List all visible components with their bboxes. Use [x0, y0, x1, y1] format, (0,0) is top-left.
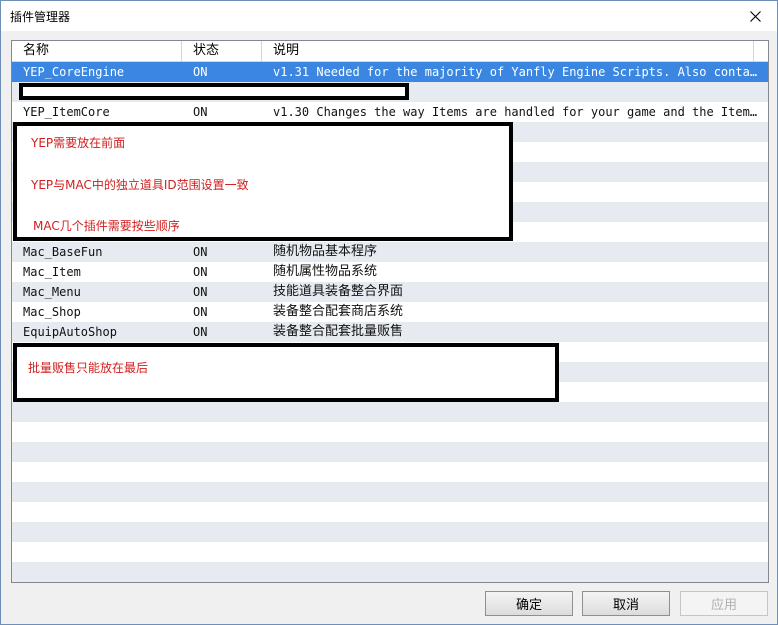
empty-row[interactable]: [12, 562, 768, 582]
annotation-note: YEP与MAC中的独立道具ID范围设置一致: [31, 178, 249, 192]
plugin-description: 随机属性物品系统: [273, 264, 378, 279]
plugin-status: ON: [193, 245, 208, 259]
redaction-box: [19, 83, 409, 100]
column-header-description[interactable]: 说明: [262, 41, 754, 61]
cancel-button[interactable]: 取消: [582, 591, 670, 616]
list-header: 名称 状态 说明: [12, 41, 768, 62]
ok-button[interactable]: 确定: [485, 591, 573, 616]
plugin-status: ON: [193, 105, 208, 119]
plugin-row[interactable]: Mac_BaseFun ON 随机物品基本程序: [12, 242, 768, 262]
plugin-name: Mac_BaseFun: [23, 245, 103, 259]
plugin-description: 随机物品基本程序: [273, 244, 378, 259]
plugin-status: ON: [193, 305, 208, 319]
plugin-name: Mac_Item: [23, 265, 81, 279]
plugin-row-selected[interactable]: YEP_CoreEngine ON v1.31 Needed for the m…: [12, 62, 768, 82]
plugin-status: ON: [193, 285, 208, 299]
empty-row[interactable]: [12, 402, 768, 422]
plugin-status: ON: [193, 65, 208, 79]
plugin-name: YEP_ItemCore: [23, 105, 110, 119]
annotation-note: 批量贩售只能放在最后: [28, 361, 149, 375]
empty-row[interactable]: [12, 502, 768, 522]
annotation-note: MAC几个插件需要按些顺序: [33, 219, 180, 233]
empty-row[interactable]: [12, 462, 768, 482]
plugin-status: ON: [193, 325, 208, 339]
plugin-description: v1.31 Needed for the majority of Yanfly …: [273, 65, 760, 79]
plugin-name: Mac_Shop: [23, 305, 81, 319]
plugin-description: v1.30 Changes the way Items are handled …: [273, 105, 760, 119]
empty-row[interactable]: [12, 422, 768, 442]
title-bar: 插件管理器: [1, 1, 777, 31]
plugin-name: YEP_CoreEngine: [23, 65, 125, 79]
plugin-status: ON: [193, 265, 208, 279]
plugin-row[interactable]: YEP_ItemCore ON v1.30 Changes the way It…: [12, 102, 768, 122]
plugin-row[interactable]: Mac_Item ON 随机属性物品系统: [12, 262, 768, 282]
plugin-description: 技能道具装备整合界面: [273, 284, 404, 299]
plugin-row[interactable]: Mac_Shop ON 装备整合配套商店系统: [12, 302, 768, 322]
empty-row[interactable]: [12, 522, 768, 542]
apply-button[interactable]: 应用: [680, 591, 768, 616]
plugin-description: 装备整合配套批量贩售: [273, 324, 404, 339]
empty-row[interactable]: [12, 482, 768, 502]
plugin-row[interactable]: Mac_Menu ON 技能道具装备整合界面: [12, 282, 768, 302]
plugin-name: EquipAutoShop: [23, 325, 117, 339]
annotation-note: YEP需要放在前面: [31, 136, 126, 150]
column-header-name[interactable]: 名称: [12, 41, 182, 61]
close-icon: [749, 10, 761, 22]
empty-row[interactable]: [12, 582, 768, 583]
annotation-box-last-note: 批量贩售只能放在最后: [13, 343, 559, 402]
column-header-status[interactable]: 状态: [182, 41, 262, 61]
window-title: 插件管理器: [10, 10, 71, 24]
empty-row[interactable]: [12, 542, 768, 562]
plugin-description: 装备整合配套商店系统: [273, 304, 404, 319]
plugin-row[interactable]: EquipAutoShop ON 装备整合配套批量贩售: [12, 322, 768, 342]
plugin-name: Mac_Menu: [23, 285, 81, 299]
empty-row[interactable]: [12, 442, 768, 462]
annotation-box-order-notes: YEP需要放在前面 YEP与MAC中的独立道具ID范围设置一致 MAC几个插件需…: [13, 122, 513, 241]
plugin-manager-window: 插件管理器 名称 状态 说明 YEP_CoreEngine ON v1.31 N…: [0, 0, 778, 625]
close-button[interactable]: [733, 1, 777, 31]
